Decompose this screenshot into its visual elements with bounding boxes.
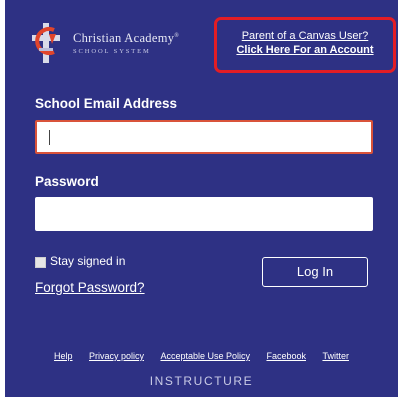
twitter-link[interactable]: Twitter <box>322 351 349 361</box>
stay-signed-in-checkbox[interactable] <box>35 257 46 268</box>
cross-crest-icon <box>32 23 60 63</box>
facebook-link[interactable]: Facebook <box>266 351 306 361</box>
parent-account-link[interactable]: Parent of a Canvas User? Click Here For … <box>214 17 396 73</box>
email-label: School Email Address <box>35 96 178 111</box>
parent-link-line1[interactable]: Parent of a Canvas User? <box>217 30 393 42</box>
acceptable-use-policy-link[interactable]: Acceptable Use Policy <box>160 351 250 361</box>
footer-links: Help Privacy policy Acceptable Use Polic… <box>5 346 398 364</box>
instructure-brand: INSTRUCTURE <box>149 374 254 388</box>
password-label: Password <box>35 174 99 189</box>
school-name: Christian Academy® <box>73 31 180 45</box>
forgot-password-link[interactable]: Forgot Password? <box>35 280 145 295</box>
text-cursor <box>49 130 50 145</box>
school-subtitle: SCHOOL SYSTEM <box>73 48 151 55</box>
school-logo: Christian Academy® SCHOOL SYSTEM <box>29 22 209 64</box>
parent-link-line2[interactable]: Click Here For an Account <box>217 44 393 56</box>
stay-signed-in-label[interactable]: Stay signed in <box>50 254 125 268</box>
password-field[interactable] <box>35 197 373 231</box>
help-link[interactable]: Help <box>54 351 73 361</box>
login-button[interactable]: Log In <box>262 257 368 287</box>
email-field[interactable] <box>35 120 373 154</box>
privacy-policy-link[interactable]: Privacy policy <box>89 351 144 361</box>
login-panel: Christian Academy® SCHOOL SYSTEM Parent … <box>5 0 398 397</box>
